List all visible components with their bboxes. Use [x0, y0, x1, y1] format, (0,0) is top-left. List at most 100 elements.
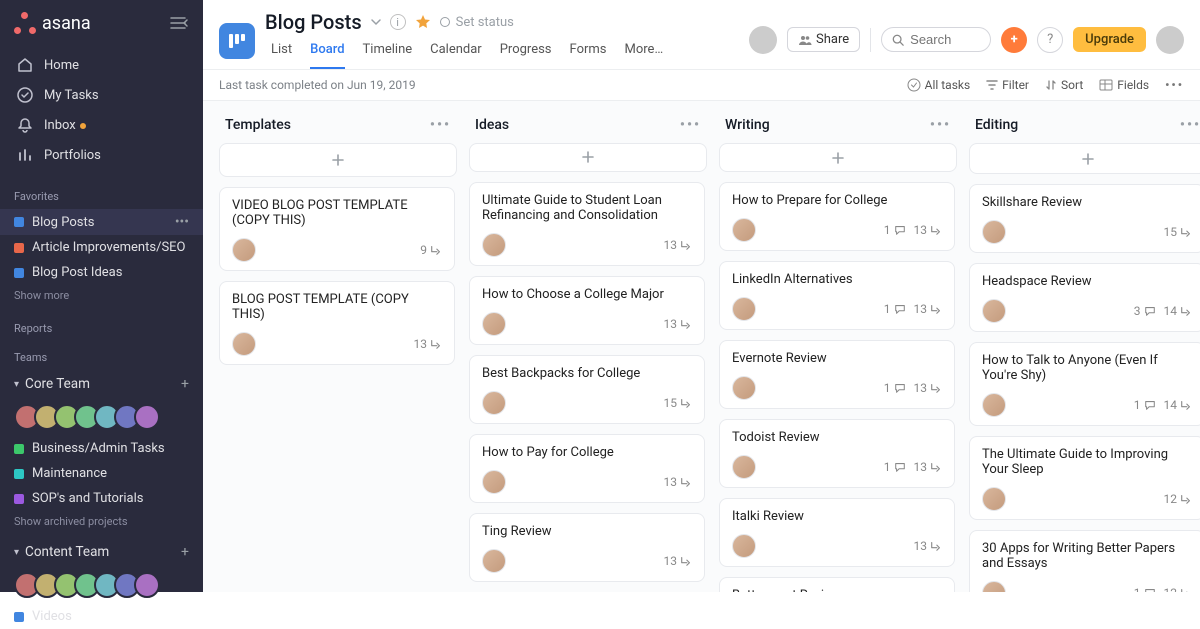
search-box[interactable]: [881, 27, 991, 52]
assignee-avatar[interactable]: [732, 534, 756, 558]
add-card-button[interactable]: [219, 143, 457, 177]
collapse-sidebar-icon[interactable]: [169, 16, 189, 30]
show-archived[interactable]: Show archived projects: [0, 511, 203, 538]
task-card[interactable]: Headspace Review 3 14: [969, 263, 1200, 332]
column-title[interactable]: Editing: [975, 117, 1018, 133]
column-title[interactable]: Writing: [725, 117, 770, 133]
assignee-avatar[interactable]: [732, 297, 756, 321]
column-more-icon[interactable]: •••: [430, 117, 451, 133]
tab-timeline[interactable]: Timeline: [363, 38, 413, 69]
task-card[interactable]: Ting Review 13: [469, 513, 705, 582]
add-card-button[interactable]: [719, 143, 957, 172]
assignee-avatar[interactable]: [232, 238, 256, 262]
team-avatars[interactable]: [0, 398, 203, 436]
project-item[interactable]: Videos: [0, 604, 203, 629]
assignee-avatar[interactable]: [732, 455, 756, 479]
member-avatar[interactable]: [134, 572, 160, 598]
tab-board[interactable]: Board: [310, 38, 344, 69]
quick-add-button[interactable]: +: [1001, 27, 1027, 53]
task-card[interactable]: How to Pay for College 13: [469, 434, 705, 503]
tab-progress[interactable]: Progress: [500, 38, 552, 69]
column-more-icon[interactable]: •••: [930, 117, 951, 133]
assignee-avatar[interactable]: [982, 393, 1006, 417]
project-item[interactable]: Maintenance: [0, 461, 203, 486]
user-avatar[interactable]: [1156, 26, 1184, 54]
member-avatar[interactable]: [134, 404, 160, 430]
search-input[interactable]: [910, 32, 980, 47]
task-card[interactable]: Betterment Review 13: [719, 577, 955, 592]
assignee-avatar[interactable]: [482, 391, 506, 415]
task-card[interactable]: How to Prepare for College 1 13: [719, 182, 955, 251]
tab-list[interactable]: List: [271, 38, 292, 69]
chevron-down-icon[interactable]: [370, 16, 382, 28]
assignee-avatar[interactable]: [982, 220, 1006, 244]
filter-button[interactable]: Filter: [986, 78, 1029, 92]
all-tasks-toggle[interactable]: All tasks: [907, 78, 971, 92]
task-card[interactable]: How to Choose a College Major 13: [469, 276, 705, 345]
tab-calendar[interactable]: Calendar: [430, 38, 482, 69]
task-card[interactable]: VIDEO BLOG POST TEMPLATE (COPY THIS) 9: [219, 187, 455, 271]
add-card-button[interactable]: [469, 143, 707, 172]
project-item[interactable]: Business/Admin Tasks: [0, 436, 203, 461]
task-card[interactable]: How to Talk to Anyone (Even If You're Sh…: [969, 342, 1200, 426]
sort-button[interactable]: Sort: [1045, 78, 1083, 92]
task-card[interactable]: Evernote Review 1 13: [719, 340, 955, 409]
more-actions[interactable]: •••: [1165, 78, 1184, 92]
nav-my-tasks[interactable]: My Tasks: [6, 80, 197, 110]
asana-logo[interactable]: asana: [14, 12, 91, 34]
column-title[interactable]: Ideas: [475, 117, 509, 133]
task-card[interactable]: Skillshare Review 15: [969, 184, 1200, 253]
task-card[interactable]: Ultimate Guide to Student Loan Refinanci…: [469, 182, 705, 266]
favorite-item[interactable]: Blog Post Ideas: [0, 260, 203, 285]
project-title[interactable]: Blog Posts: [265, 10, 362, 34]
project-icon[interactable]: [219, 23, 255, 59]
team-header[interactable]: ▾Core Team+: [0, 370, 203, 398]
task-card[interactable]: LinkedIn Alternatives 1 13: [719, 261, 955, 330]
nav-portfolios[interactable]: Portfolios: [6, 140, 197, 170]
add-project-icon[interactable]: +: [181, 544, 189, 560]
reports-label[interactable]: Reports: [0, 312, 203, 341]
task-card[interactable]: Italki Review 13: [719, 498, 955, 567]
favorite-more-icon[interactable]: •••: [175, 214, 189, 230]
topbar: Blog Posts i Set status List Board Timelin…: [203, 0, 1200, 69]
assignee-avatar[interactable]: [982, 299, 1006, 323]
column-more-icon[interactable]: •••: [680, 117, 701, 133]
assignee-avatar[interactable]: [482, 549, 506, 573]
column-more-icon[interactable]: •••: [1180, 117, 1200, 133]
project-item[interactable]: SOP's and Tutorials: [0, 486, 203, 511]
assignee-avatar[interactable]: [982, 487, 1006, 511]
task-card[interactable]: Todoist Review 1 13: [719, 419, 955, 488]
team-avatars[interactable]: [0, 566, 203, 604]
favorite-item[interactable]: Blog Posts•••: [0, 209, 203, 235]
assignee-avatar[interactable]: [732, 218, 756, 242]
task-card[interactable]: BLOG POST TEMPLATE (COPY THIS) 13: [219, 281, 455, 365]
add-project-icon[interactable]: +: [181, 376, 189, 392]
info-icon[interactable]: i: [390, 14, 406, 30]
board[interactable]: Templates ••• VIDEO BLOG POST TEMPLATE (C…: [203, 101, 1200, 592]
nav-inbox[interactable]: Inbox: [6, 110, 197, 140]
star-icon[interactable]: [414, 13, 432, 31]
upgrade-button[interactable]: Upgrade: [1073, 27, 1146, 52]
team-header[interactable]: ▾Content Team+: [0, 538, 203, 566]
tab-forms[interactable]: Forms: [570, 38, 607, 69]
show-more[interactable]: Show more: [0, 285, 203, 312]
fields-button[interactable]: Fields: [1099, 78, 1149, 92]
nav-home[interactable]: Home: [6, 50, 197, 80]
assignee-avatar[interactable]: [232, 332, 256, 356]
assignee-avatar[interactable]: [982, 581, 1006, 592]
task-card[interactable]: Best Backpacks for College 15: [469, 355, 705, 424]
column-title[interactable]: Templates: [225, 117, 291, 133]
help-button[interactable]: ?: [1037, 27, 1063, 53]
set-status[interactable]: Set status: [440, 15, 514, 30]
favorite-item[interactable]: Article Improvements/SEO: [0, 235, 203, 260]
add-card-button[interactable]: [969, 143, 1200, 174]
assignee-avatar[interactable]: [482, 233, 506, 257]
task-card[interactable]: 30 Apps for Writing Better Papers and Es…: [969, 530, 1200, 592]
assignee-avatar[interactable]: [482, 312, 506, 336]
share-button[interactable]: Share: [787, 27, 860, 52]
collaborator-avatar[interactable]: [749, 26, 777, 54]
task-card[interactable]: The Ultimate Guide to Improving Your Sle…: [969, 436, 1200, 520]
tab-more[interactable]: More…: [625, 38, 664, 69]
assignee-avatar[interactable]: [732, 376, 756, 400]
assignee-avatar[interactable]: [482, 470, 506, 494]
